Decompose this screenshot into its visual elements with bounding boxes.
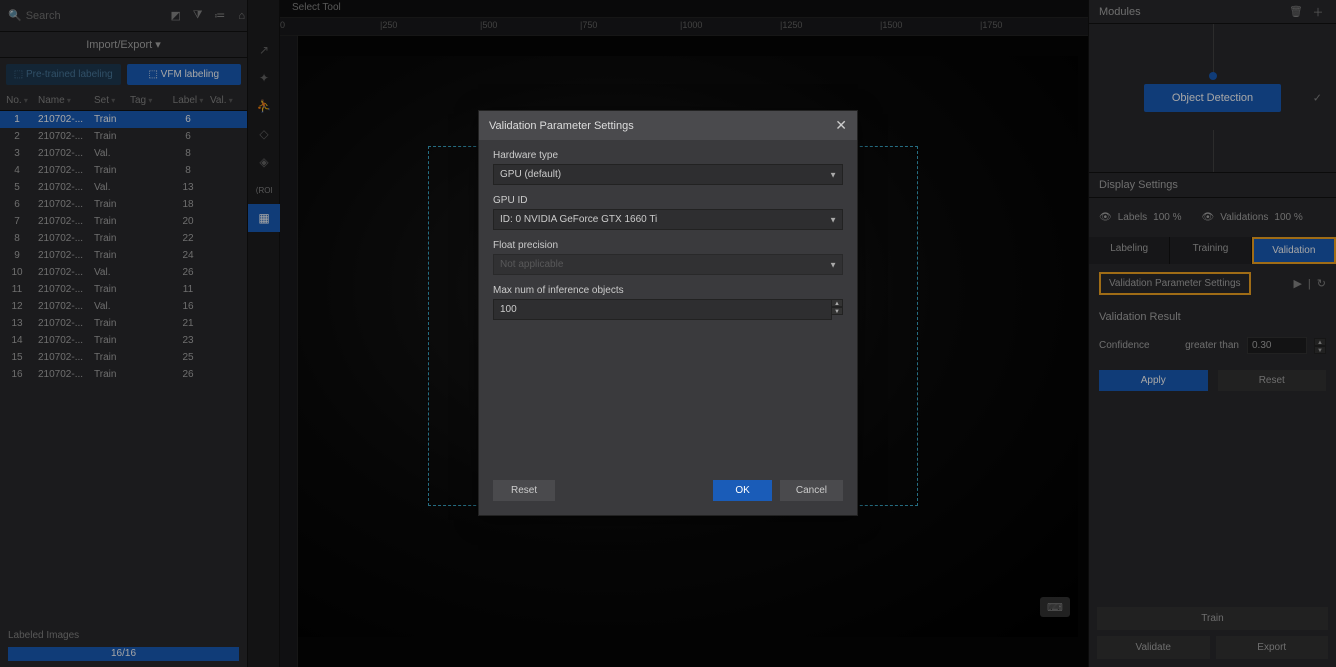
modal-overlay: Validation Parameter Settings ✕ Hardware… — [0, 0, 1336, 667]
modal-header: Validation Parameter Settings ✕ — [479, 111, 857, 140]
modal-cancel-button[interactable]: Cancel — [780, 480, 843, 501]
validation-settings-modal: Validation Parameter Settings ✕ Hardware… — [478, 110, 858, 516]
hardware-type-label: Hardware type — [493, 150, 843, 161]
float-precision-label: Float precision — [493, 240, 843, 251]
gpu-id-label: GPU ID — [493, 195, 843, 206]
close-icon[interactable]: ✕ — [835, 117, 847, 134]
modal-reset-button[interactable]: Reset — [493, 480, 555, 501]
gpu-id-select[interactable]: ID: 0 NVIDIA GeForce GTX 1660 Ti — [493, 209, 843, 230]
max-objects-label: Max num of inference objects — [493, 285, 843, 296]
max-objects-input[interactable] — [493, 299, 832, 320]
hardware-type-select[interactable]: GPU (default) — [493, 164, 843, 185]
float-precision-select: Not applicable — [493, 254, 843, 275]
modal-footer: Reset OK Cancel — [479, 470, 857, 515]
modal-ok-button[interactable]: OK — [713, 480, 771, 501]
modal-body: Hardware type GPU (default) GPU ID ID: 0… — [479, 140, 857, 470]
modal-title: Validation Parameter Settings — [489, 120, 634, 132]
max-objects-spinner[interactable]: ▲▼ — [831, 299, 843, 320]
